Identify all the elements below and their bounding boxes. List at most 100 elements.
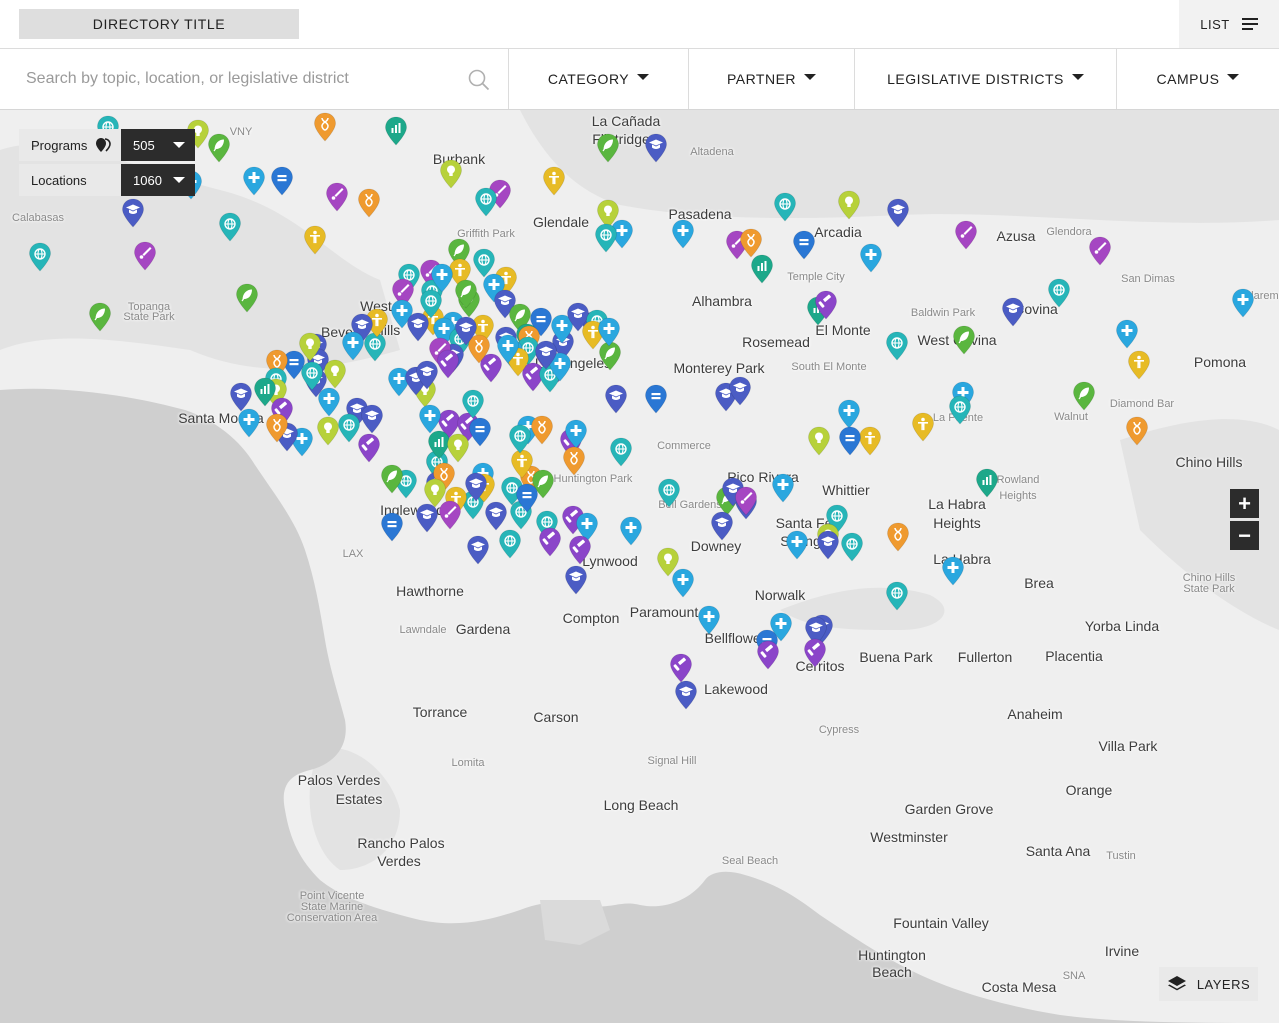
map-marker-education[interactable] — [728, 376, 752, 406]
map-marker-health[interactable] — [785, 530, 809, 560]
map-marker-data[interactable] — [975, 468, 999, 498]
map-marker-health[interactable] — [837, 399, 861, 429]
zoom-in-button[interactable]: + — [1230, 489, 1259, 518]
map-marker-government[interactable] — [515, 483, 539, 513]
map-marker-global[interactable] — [461, 389, 485, 419]
map-marker-science[interactable] — [562, 446, 586, 476]
map-marker-education[interactable] — [564, 565, 588, 595]
map-marker-global[interactable] — [840, 532, 864, 562]
map-marker-law[interactable] — [538, 527, 562, 557]
map-marker-health[interactable] — [619, 516, 643, 546]
locations-count-dropdown[interactable]: 1060 — [121, 164, 195, 196]
map-marker-education[interactable] — [710, 511, 734, 541]
map-marker-education[interactable] — [886, 198, 910, 228]
map-marker-global[interactable] — [474, 187, 498, 217]
map-marker-environment[interactable] — [88, 302, 112, 332]
map-marker-health[interactable] — [496, 334, 520, 364]
map-marker-ideas[interactable] — [323, 359, 347, 389]
map-marker-community[interactable] — [542, 166, 566, 196]
map-marker-government[interactable] — [644, 384, 668, 414]
map-marker-arts[interactable] — [133, 241, 157, 271]
map-marker-ideas[interactable] — [446, 433, 470, 463]
map-marker-law[interactable] — [756, 640, 780, 670]
map-marker-arts[interactable] — [325, 182, 349, 212]
map-marker-law[interactable] — [568, 535, 592, 565]
map-marker-education[interactable] — [816, 530, 840, 560]
map-marker-government[interactable] — [270, 166, 294, 196]
map-marker-ideas[interactable] — [807, 426, 831, 456]
map-marker-government[interactable] — [468, 417, 492, 447]
map-marker-education[interactable] — [454, 316, 478, 346]
partner-dropdown[interactable]: PARTNER — [689, 49, 855, 109]
map-marker-education[interactable] — [644, 133, 668, 163]
map-marker-health[interactable] — [671, 568, 695, 598]
map-marker-law[interactable] — [814, 290, 838, 320]
map-marker-global[interactable] — [885, 331, 909, 361]
map-marker-ideas[interactable] — [298, 332, 322, 362]
map-marker-government[interactable] — [792, 230, 816, 260]
map-marker-education[interactable] — [466, 535, 490, 565]
search-input[interactable] — [0, 49, 460, 109]
layers-button[interactable]: LAYERS — [1159, 967, 1258, 1001]
map-marker-environment[interactable] — [207, 133, 231, 163]
map-marker-education[interactable] — [604, 384, 628, 414]
map-marker-ideas[interactable] — [439, 159, 463, 189]
map-marker-ideas[interactable] — [837, 190, 861, 220]
map-marker-education[interactable] — [534, 340, 558, 370]
map-marker-global[interactable] — [218, 212, 242, 242]
map-marker-health[interactable] — [671, 219, 695, 249]
map-marker-law[interactable] — [669, 653, 693, 683]
map-marker-law[interactable] — [436, 349, 460, 379]
map-marker-health[interactable] — [941, 556, 965, 586]
map-marker-data[interactable] — [384, 116, 408, 146]
map-marker-environment[interactable] — [596, 133, 620, 163]
map-marker-health[interactable] — [341, 331, 365, 361]
map-marker-health[interactable] — [564, 419, 588, 449]
map-marker-data[interactable] — [750, 254, 774, 284]
map-marker-global[interactable] — [609, 437, 633, 467]
map-marker-health[interactable] — [1231, 288, 1255, 318]
map-marker-arts[interactable] — [954, 220, 978, 250]
map-marker-education[interactable] — [1001, 297, 1025, 327]
map-marker-community[interactable] — [911, 412, 935, 442]
legislative-districts-dropdown[interactable]: LEGISLATIVE DISTRICTS — [855, 49, 1117, 109]
map-marker-education[interactable] — [464, 472, 488, 502]
map-marker-global[interactable] — [508, 424, 532, 454]
map-marker-health[interactable] — [597, 317, 621, 347]
map-marker-government[interactable] — [380, 512, 404, 542]
map-marker-health[interactable] — [697, 605, 721, 635]
map-marker-science[interactable] — [1125, 416, 1149, 446]
map-marker-health[interactable] — [769, 612, 793, 642]
map-marker-global[interactable] — [885, 581, 909, 611]
zoom-out-button[interactable]: − — [1230, 521, 1259, 550]
map-marker-government[interactable] — [838, 426, 862, 456]
map-marker-global[interactable] — [28, 242, 52, 272]
map-canvas[interactable]: La Cañada Flintridge Altadena Burbank VNY Gle… — [0, 110, 1279, 1023]
map-marker-environment[interactable] — [1072, 381, 1096, 411]
map-marker-environment[interactable] — [454, 279, 478, 309]
map-marker-global[interactable] — [498, 529, 522, 559]
map-marker-health[interactable] — [859, 243, 883, 273]
map-marker-environment[interactable] — [380, 464, 404, 494]
map-marker-global[interactable] — [657, 478, 681, 508]
list-view-button[interactable]: LIST — [1179, 0, 1279, 48]
map-marker-science[interactable] — [265, 413, 289, 443]
programs-count-dropdown[interactable]: 505 — [121, 129, 195, 161]
map-marker-community[interactable] — [303, 225, 327, 255]
map-marker-health[interactable] — [1115, 319, 1139, 349]
search-icon[interactable] — [468, 69, 490, 91]
campus-dropdown[interactable]: CAMPUS — [1117, 49, 1279, 109]
map-marker-education[interactable] — [484, 501, 508, 531]
map-marker-science[interactable] — [530, 415, 554, 445]
map-marker-health[interactable] — [771, 473, 795, 503]
map-marker-science[interactable] — [357, 188, 381, 218]
map-marker-education[interactable] — [360, 404, 384, 434]
map-marker-health[interactable] — [242, 166, 266, 196]
map-marker-community[interactable] — [1127, 350, 1151, 380]
map-marker-science[interactable] — [886, 522, 910, 552]
map-marker-ideas[interactable] — [316, 416, 340, 446]
map-marker-global[interactable] — [1047, 278, 1071, 308]
map-marker-environment[interactable] — [952, 325, 976, 355]
map-marker-health[interactable] — [237, 408, 261, 438]
map-marker-law[interactable] — [803, 638, 827, 668]
